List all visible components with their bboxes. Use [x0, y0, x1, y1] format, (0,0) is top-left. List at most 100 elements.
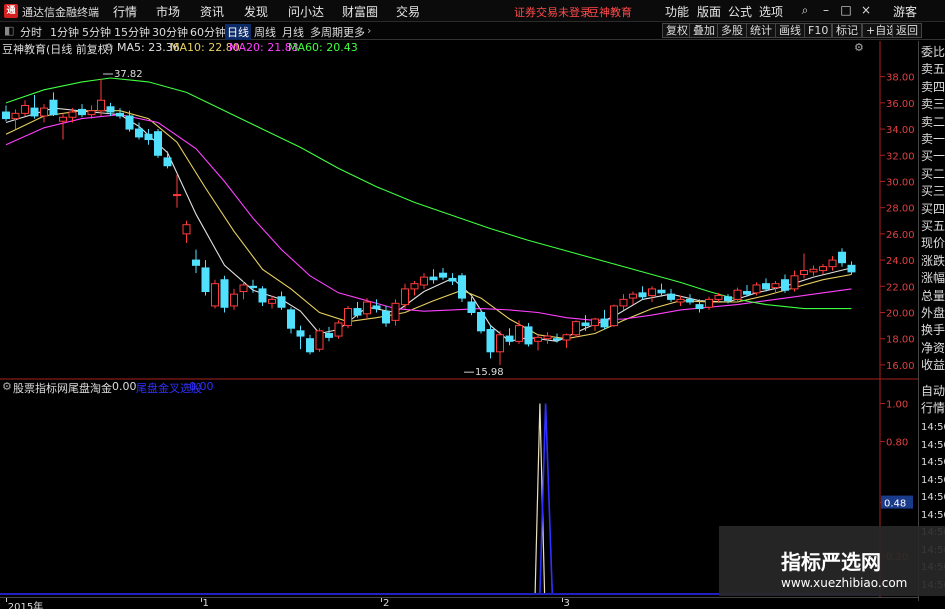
account-name[interactable]: 豆神教育	[588, 4, 632, 20]
sub-indicator-value: 0.00	[112, 380, 137, 393]
candle-body	[809, 268, 818, 273]
settings-icon[interactable]: ⚙	[104, 41, 114, 54]
candle-body	[391, 302, 400, 321]
period-daily[interactable]: 日线	[225, 24, 251, 40]
period-intraday[interactable]: 分时	[20, 24, 42, 40]
quote-field-label[interactable]: 卖五	[921, 62, 945, 77]
candle-body	[277, 296, 286, 308]
candle-body	[116, 112, 124, 117]
period-30min[interactable]: 30分钟	[152, 24, 188, 40]
draw-line-button[interactable]: 画线	[775, 23, 805, 38]
menu-market[interactable]: 行情	[113, 3, 137, 20]
guest-user[interactable]: 游客	[893, 3, 917, 20]
candle-body	[534, 336, 542, 342]
period-15min[interactable]: 15分钟	[114, 24, 150, 40]
candle-body	[268, 298, 276, 304]
menu-options[interactable]: 选项	[759, 3, 783, 20]
quote-field-label[interactable]: 外盘	[921, 306, 945, 321]
candle-body	[505, 335, 514, 342]
menu-function[interactable]: 功能	[665, 3, 689, 20]
settings-gear-icon[interactable]: ⚙	[854, 41, 864, 54]
tick-time: 14:50	[921, 422, 945, 433]
quote-field-label[interactable]: 现价	[921, 236, 945, 251]
candle-body	[182, 224, 191, 235]
candle	[733, 287, 742, 303]
period-more[interactable]: 更多	[343, 24, 365, 40]
candle-body	[610, 305, 618, 327]
candle	[477, 309, 485, 334]
candle-body	[173, 194, 181, 197]
quote-field-label[interactable]: 总量	[921, 289, 945, 304]
panel-mode-label[interactable]: 行情	[921, 401, 945, 416]
adjust-button[interactable]: 复权	[662, 23, 692, 38]
login-status[interactable]: 证券交易未登录	[514, 4, 591, 20]
quote-field-label[interactable]: 卖二	[921, 115, 945, 130]
quote-field-label[interactable]: 卖一	[921, 132, 945, 147]
price-tick-label: 36.00	[886, 99, 915, 110]
quote-field-label[interactable]: 买三	[921, 184, 945, 199]
price-tick-label: 22.00	[886, 282, 915, 293]
minimize-icon[interactable]: –	[818, 2, 834, 18]
period-1min[interactable]: 1分钟	[50, 24, 79, 40]
back-button[interactable]: 返回	[892, 23, 922, 38]
date-tick	[5, 598, 7, 602]
more-chevron-icon[interactable]: ›	[367, 24, 371, 37]
candle-body	[11, 112, 20, 120]
period-toolbar: ◧ 分时 1分钟 5分钟 15分钟 30分钟 60分钟 日线 周线 月线 多周期…	[0, 22, 945, 40]
quote-field-label[interactable]: 换手	[921, 323, 945, 338]
menu-wealth[interactable]: 财富圈	[342, 3, 378, 20]
f10-button[interactable]: F10	[804, 23, 833, 38]
period-multi[interactable]: 多周期	[310, 24, 343, 40]
menu-trade[interactable]: 交易	[396, 3, 420, 20]
period-weekly[interactable]: 周线	[254, 24, 276, 40]
menu-discover[interactable]: 发现	[244, 3, 268, 20]
candle-body	[847, 264, 856, 273]
sidebar-toggle-icon[interactable]: ◧	[4, 24, 14, 37]
candle-body	[648, 288, 656, 296]
sub-settings-icon[interactable]: ⚙	[2, 380, 12, 393]
menu-markets[interactable]: 市场	[156, 3, 180, 20]
candle-body	[344, 308, 352, 327]
stats-button[interactable]: 统计	[746, 23, 776, 38]
app-title: 通达信金融终端	[22, 6, 99, 19]
candle-body	[762, 283, 770, 290]
menu-news[interactable]: 资讯	[200, 3, 224, 20]
date-label: 2015年	[7, 602, 44, 609]
watermark: 指标严选网 www.xuezhibiao.com	[719, 526, 945, 596]
menu-formula[interactable]: 公式	[728, 3, 752, 20]
quote-field-label[interactable]: 买二	[921, 167, 945, 182]
quote-field-label[interactable]: 净资	[921, 341, 945, 356]
title-bar: 通 通达信金融终端 行情 市场 资讯 发现 问小达 财富圈 交易 证券交易未登录…	[0, 0, 945, 22]
quote-field-label[interactable]: 卖四	[921, 80, 945, 95]
candle-body	[372, 305, 381, 310]
candle-body	[30, 107, 39, 117]
period-5min[interactable]: 5分钟	[82, 24, 111, 40]
quote-field-label[interactable]: 卖三	[921, 97, 945, 112]
close-icon[interactable]: ×	[858, 2, 874, 18]
panel-mode-label[interactable]: 自动	[921, 384, 945, 399]
quote-field-label[interactable]: 收益	[921, 358, 945, 373]
multi-stock-button[interactable]: 多股	[717, 23, 747, 38]
quote-field-label[interactable]: 涨跌	[921, 254, 945, 269]
candle-body	[600, 318, 609, 328]
period-60min[interactable]: 60分钟	[190, 24, 226, 40]
search-icon[interactable]: ⌕	[797, 2, 813, 18]
period-monthly[interactable]: 月线	[282, 24, 304, 40]
quote-field-label[interactable]: 涨幅	[921, 271, 945, 286]
candle-body	[59, 116, 67, 122]
sub-second-value: 0.00	[189, 380, 214, 393]
menu-ask[interactable]: 问小达	[288, 3, 324, 20]
maximize-icon[interactable]: □	[838, 2, 854, 18]
quote-field-label[interactable]: 买一	[921, 149, 945, 164]
quote-field-label[interactable]: 买五	[921, 219, 945, 234]
quote-field-label[interactable]: 委比	[921, 45, 945, 60]
overlay-button[interactable]: 叠加	[689, 23, 719, 38]
quote-field-label[interactable]: 买四	[921, 202, 945, 217]
candle-body	[705, 298, 713, 308]
menu-layout[interactable]: 版面	[697, 3, 721, 20]
candlestick-chart[interactable]: 38.00 36.00 34.00 32.00 30.00 28.00 26.00 24.00…	[0, 41, 918, 378]
mark-button[interactable]: 标记	[832, 23, 862, 38]
candle-body	[21, 104, 29, 114]
candle-body	[657, 289, 666, 294]
candle-body	[78, 108, 86, 116]
